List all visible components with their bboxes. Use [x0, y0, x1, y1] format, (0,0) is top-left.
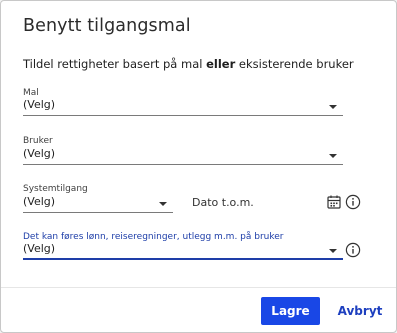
bruker-select[interactable]: (Velg) — [23, 145, 343, 165]
info-icon[interactable] — [345, 194, 361, 210]
bruker-value: (Velg) — [23, 147, 56, 160]
lonn-select[interactable]: (Velg) — [23, 240, 343, 260]
subtitle-suffix: eksisterende bruker — [235, 57, 354, 71]
systemtilgang-select[interactable]: (Velg) — [23, 193, 173, 213]
chevron-down-icon — [159, 202, 167, 206]
bruker-underline — [23, 164, 343, 165]
cancel-button[interactable]: Avbryt — [335, 297, 385, 325]
chevron-down-icon — [329, 105, 337, 109]
mal-select[interactable]: (Velg) — [23, 96, 343, 116]
info-icon[interactable] — [345, 242, 361, 258]
lonn-value: (Velg) — [23, 242, 56, 255]
save-button[interactable]: Lagre — [261, 297, 320, 325]
access-template-dialog: Benytt tilgangsmal Tildel rettigheter ba… — [0, 0, 397, 333]
subtitle-bold: eller — [206, 57, 236, 71]
mal-underline — [23, 115, 343, 116]
dialog-subtitle: Tildel rettigheter basert på mal eller e… — [23, 57, 354, 71]
lonn-underline — [23, 258, 343, 260]
mal-value: (Velg) — [23, 98, 56, 111]
dialog-title: Benytt tilgangsmal — [23, 16, 191, 36]
subtitle-prefix: Tildel rettigheter basert på mal — [23, 57, 207, 71]
calendar-icon[interactable] — [326, 194, 342, 210]
footer-divider — [1, 287, 396, 288]
dato-label: Dato t.o.m. — [192, 196, 254, 209]
systemtilgang-value: (Velg) — [23, 195, 56, 208]
systemtilgang-underline — [23, 212, 173, 213]
chevron-down-icon — [329, 249, 337, 253]
chevron-down-icon — [329, 154, 337, 158]
